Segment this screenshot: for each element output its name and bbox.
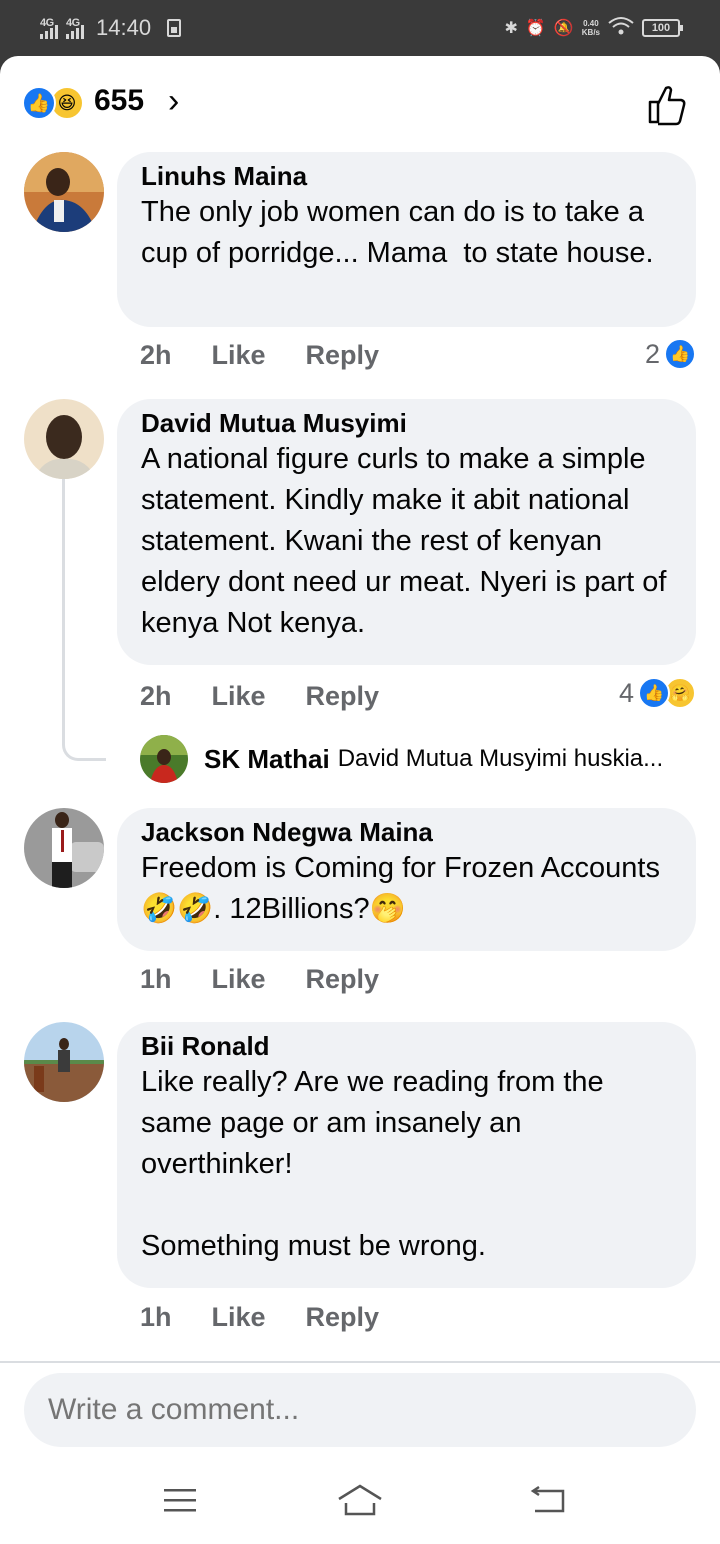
reactions-header[interactable]: 👍 😆 655 › xyxy=(0,56,720,152)
wifi-icon xyxy=(608,16,634,41)
battery-icon: 100 xyxy=(642,19,683,37)
like-button-icon[interactable] xyxy=(646,82,690,126)
avatar[interactable] xyxy=(24,1022,104,1102)
clock: 14:40 xyxy=(96,15,152,40)
back-icon[interactable] xyxy=(520,1478,576,1522)
comment-text: The only job women can do is to take a c… xyxy=(141,196,654,269)
comment-time[interactable]: 1h xyxy=(140,1302,172,1333)
reply-preview[interactable]: SK Mathai David Mutua Musyimi huskia... xyxy=(140,735,663,783)
comment-actions: 2h Like Reply xyxy=(140,340,379,371)
notification-icon xyxy=(167,19,182,37)
avatar[interactable] xyxy=(24,152,104,232)
menu-icon[interactable] xyxy=(152,1478,208,1522)
signal-icon-2: 4G xyxy=(66,17,84,39)
bluetooth-icon: ✱ xyxy=(504,20,518,37)
comment-author[interactable]: Linuhs Maina xyxy=(141,160,672,192)
home-icon[interactable] xyxy=(332,1478,388,1522)
like-icon: 👍 xyxy=(22,86,56,120)
mute-icon: 🔕 xyxy=(553,20,574,37)
avatar[interactable] xyxy=(24,399,104,479)
reply-button[interactable]: Reply xyxy=(306,681,380,712)
comment-bubble: Bii Ronald Like really? Are we reading f… xyxy=(117,1022,696,1288)
comment-actions: 1h Like Reply xyxy=(140,1302,379,1333)
reply-author[interactable]: SK Mathai xyxy=(204,744,330,775)
alarm-icon: ⏰ xyxy=(525,20,546,37)
comment-reactions[interactable]: 4 👍 🤗 xyxy=(619,677,696,709)
comment-actions: 2h Like Reply xyxy=(140,681,379,712)
like-icon: 👍 xyxy=(638,677,670,709)
like-button[interactable]: Like xyxy=(212,1302,266,1333)
network-speed: 0.40 KB/s xyxy=(582,19,600,37)
comment-bubble: David Mutua Musyimi A national figure cu… xyxy=(117,399,696,665)
comment-text: Like really? Are we reading from the sam… xyxy=(141,1066,604,1262)
like-icon: 👍 xyxy=(664,338,696,370)
comment-time[interactable]: 2h xyxy=(140,681,172,712)
network-type-label: 4G xyxy=(40,17,54,29)
reply-button[interactable]: Reply xyxy=(306,1302,380,1333)
reply-button[interactable]: Reply xyxy=(306,340,380,371)
comment-author[interactable]: Bii Ronald xyxy=(141,1030,672,1062)
network-type-label-2: 4G xyxy=(66,17,80,29)
network-speed-value: 0.40 xyxy=(583,19,599,28)
reaction-icons: 👍 😆 xyxy=(22,86,86,120)
reply-avatar[interactable] xyxy=(140,735,188,783)
chevron-right-icon: › xyxy=(168,82,180,120)
comment-bubble: Jackson Ndegwa Maina Freedom is Coming f… xyxy=(117,808,696,951)
comments-sheet: 👍 😆 655 › Linuhs Maina The only job wome… xyxy=(0,56,720,1544)
comment-text: Freedom is Coming for Frozen Accounts🤣🤣.… xyxy=(141,852,660,925)
reaction-count: 655 xyxy=(94,84,145,117)
composer-divider xyxy=(0,1361,720,1363)
network-speed-unit: KB/s xyxy=(581,28,600,37)
thread-line xyxy=(62,479,106,761)
comment-time[interactable]: 1h xyxy=(140,964,172,995)
comment-time[interactable]: 2h xyxy=(140,340,172,371)
comment-author[interactable]: David Mutua Musyimi xyxy=(141,407,672,439)
status-bar: 4G 4G 14:40 ✱ ⏰ 🔕 0.40 KB/s 100 xyxy=(0,0,720,56)
comment-bubble: Linuhs Maina The only job women can do i… xyxy=(117,152,696,327)
signal-icon: 4G xyxy=(40,17,58,39)
like-button[interactable]: Like xyxy=(212,340,266,371)
comment-actions: 1h Like Reply xyxy=(140,964,379,995)
reply-snippet: David Mutua Musyimi huskia... xyxy=(337,745,664,772)
reaction-count: 2 xyxy=(644,338,660,369)
reply-button[interactable]: Reply xyxy=(306,964,380,995)
comment-input[interactable] xyxy=(24,1373,696,1447)
avatar[interactable] xyxy=(24,808,104,888)
like-button[interactable]: Like xyxy=(212,964,266,995)
comment-text: A national figure curls to make a simple… xyxy=(141,443,675,639)
comment-reactions[interactable]: 2 👍 xyxy=(645,338,696,370)
system-nav-bar xyxy=(0,1456,720,1544)
like-button[interactable]: Like xyxy=(212,681,266,712)
comment-author[interactable]: Jackson Ndegwa Maina xyxy=(141,816,672,848)
reaction-count: 4 xyxy=(618,677,634,708)
